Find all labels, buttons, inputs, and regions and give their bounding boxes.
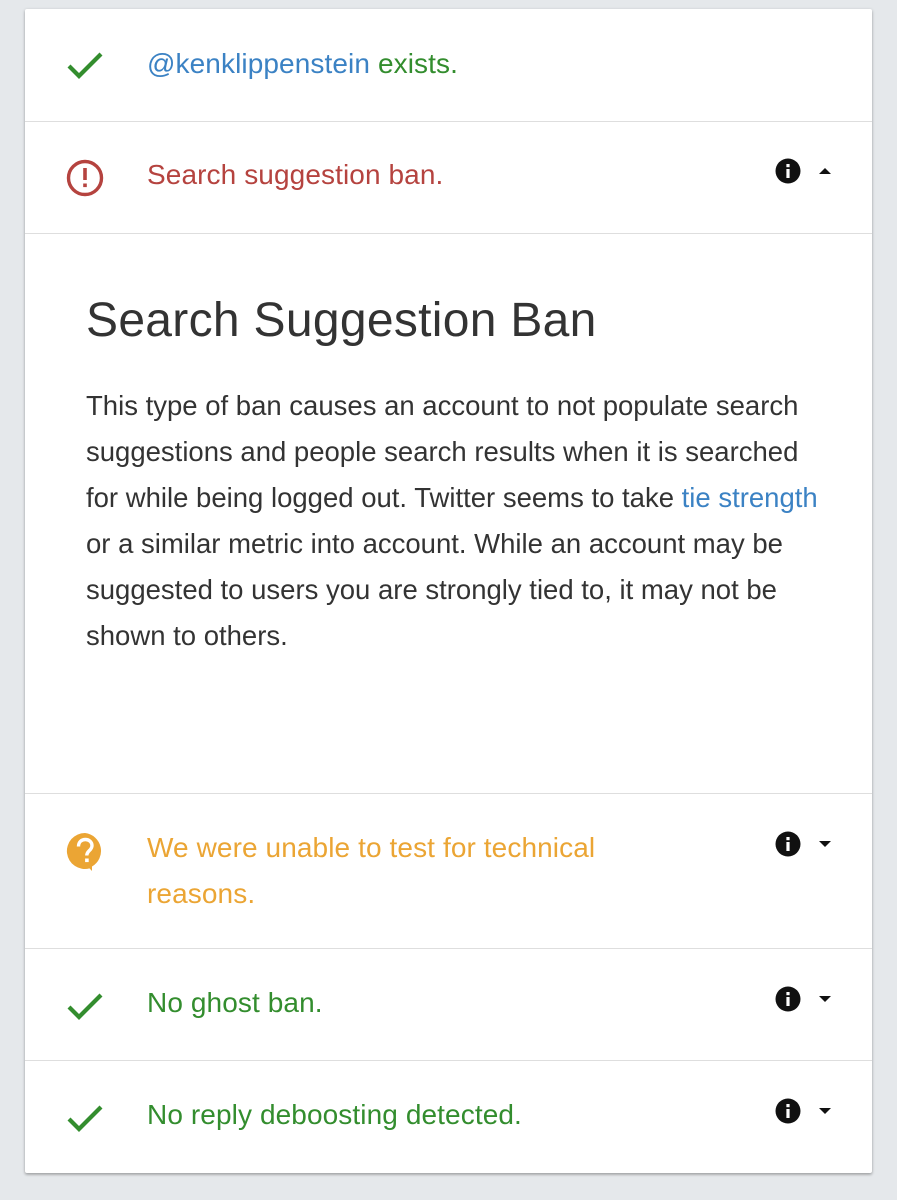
info-icon[interactable] [774,157,802,185]
result-row-reply-deboosting[interactable]: No reply deboosting detected. [25,1061,872,1173]
row-actions [774,157,838,187]
question-bubble-icon [66,832,102,871]
result-row-technical[interactable]: We were unable to test for technical rea… [25,794,872,949]
checkmark-icon [67,993,103,1020]
search-suggestion-label: Search suggestion ban. [147,159,444,190]
details-title: Search Suggestion Ban [86,294,597,347]
info-icon[interactable] [774,830,802,858]
info-icon[interactable] [774,985,802,1013]
result-row-search-suggestion[interactable]: Search suggestion ban. [25,122,872,234]
result-row-exists: @kenklippenstein exists. [25,9,872,122]
technical-message: We were unable to test for technical rea… [147,825,595,917]
ghost-ban-label: No ghost ban. [147,987,323,1018]
row-actions [774,830,838,860]
details-body-text-end: or a similar metric into account. While … [86,528,783,651]
row-actions [774,985,838,1015]
row-actions [774,1097,838,1127]
technical-message-line-1: We were unable to test for technical [147,832,596,863]
caret-up-icon[interactable] [816,165,834,177]
tie-strength-link[interactable]: tie strength [682,482,818,513]
reply-deboosting-label: No reply deboosting detected. [147,1099,522,1130]
account-handle-link[interactable]: @kenklippenstein [147,48,370,79]
exists-message: @kenklippenstein exists. [147,41,458,87]
error-circle-icon [66,159,104,197]
result-row-ghost-ban[interactable]: No ghost ban. [25,949,872,1061]
caret-down-icon[interactable] [816,838,834,850]
results-card: @kenklippenstein exists. Search suggesti… [25,9,872,1173]
caret-down-icon[interactable] [816,993,834,1005]
caret-down-icon[interactable] [816,1105,834,1117]
checkmark-icon [67,1105,103,1132]
details-body: This type of ban causes an account to no… [86,383,826,659]
technical-message-line-2: reasons. [147,878,256,909]
info-icon[interactable] [774,1097,802,1125]
exists-label: exists. [377,48,458,79]
checkmark-icon [67,52,103,79]
